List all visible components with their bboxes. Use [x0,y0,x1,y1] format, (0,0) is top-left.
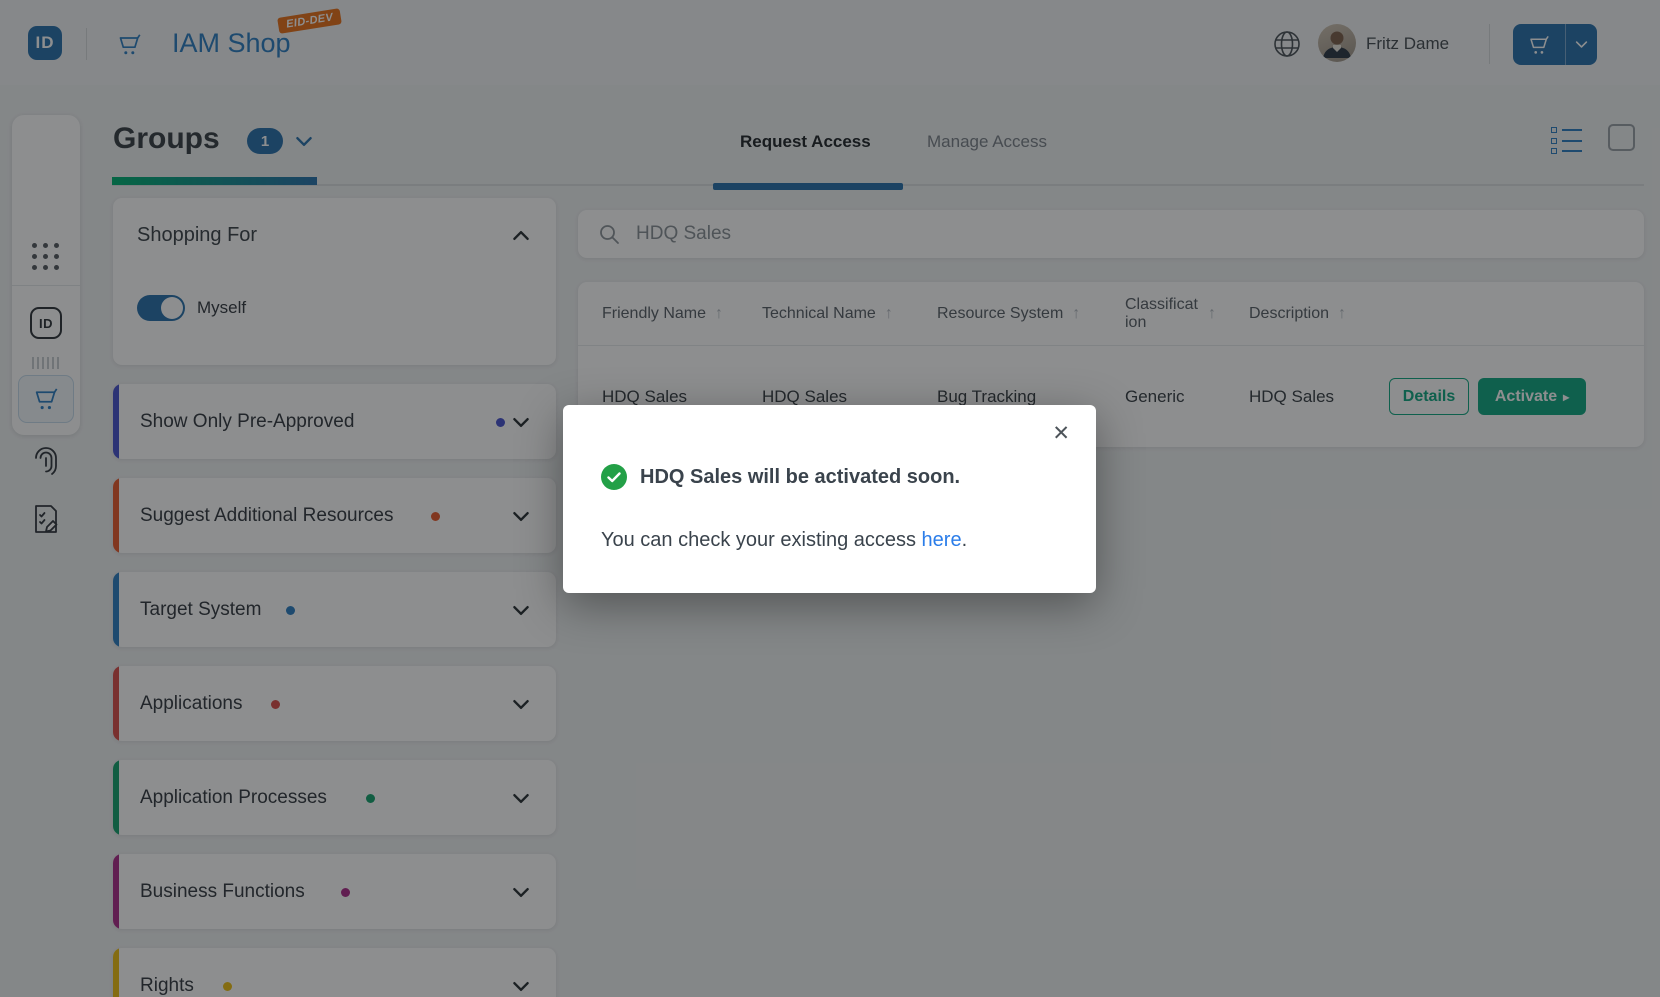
modal-body: You can check your existing access here. [601,529,967,552]
success-check-icon [601,464,627,490]
existing-access-link[interactable]: here [922,529,962,551]
modal-title-row: HDQ Sales will be activated soon. [601,464,960,490]
iam-shop-app: ID IAM Shop EID-DEV [0,0,1660,997]
modal-body-text: You can check your existing access [601,529,922,551]
activation-confirmation-modal: ✕ HDQ Sales will be activated soon. You … [563,405,1096,593]
modal-body-suffix: . [962,529,968,551]
modal-title: HDQ Sales will be activated soon. [640,466,960,489]
close-icon[interactable]: ✕ [1052,423,1070,444]
